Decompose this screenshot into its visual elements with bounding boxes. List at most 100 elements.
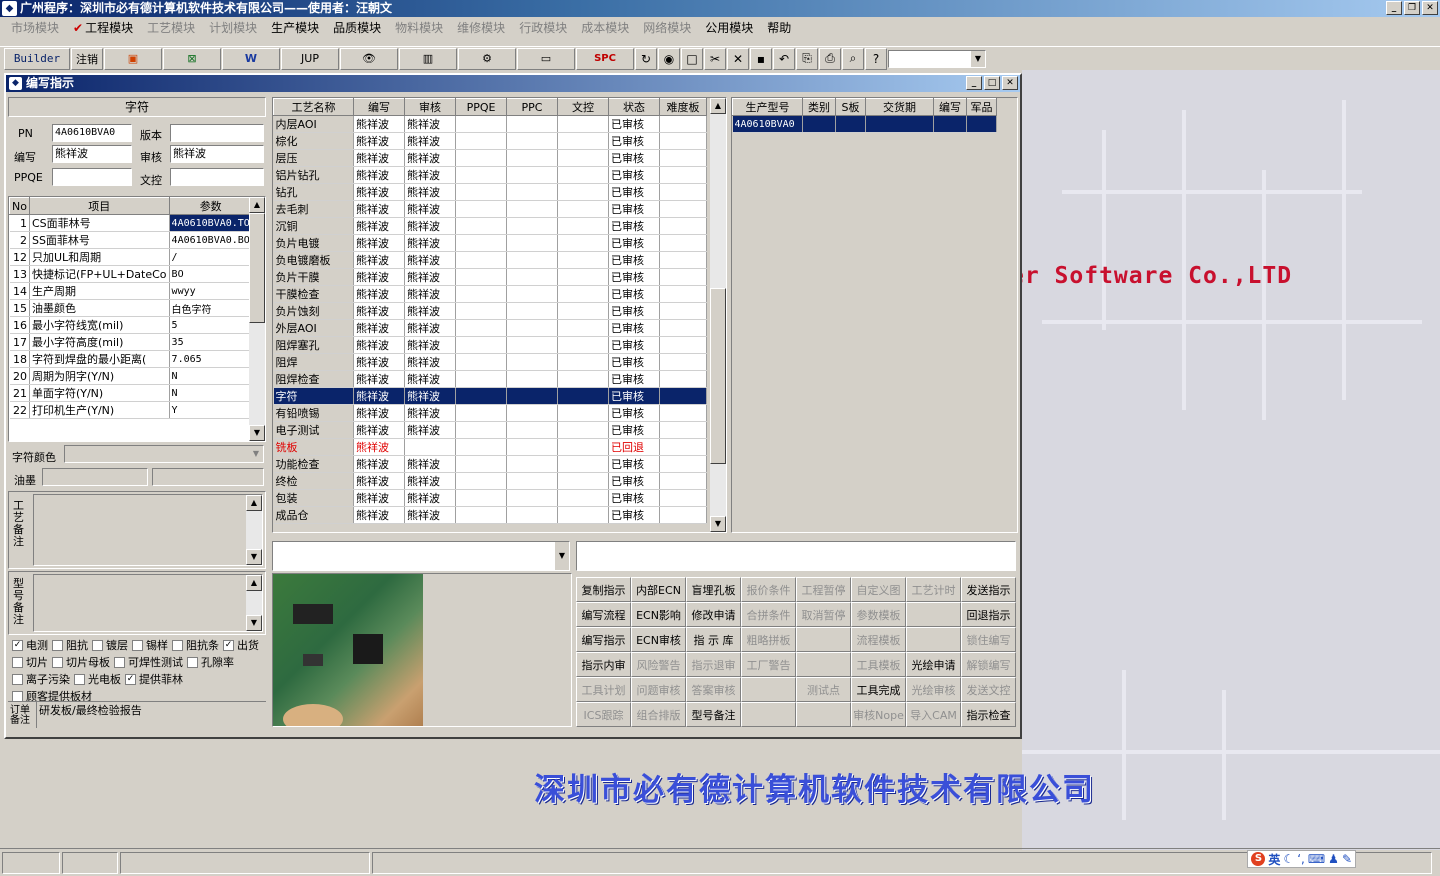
action-button[interactable]: 修改申请 xyxy=(686,602,741,627)
scroll-down-icon[interactable]: ▼ xyxy=(246,615,262,631)
chevron-down-icon[interactable]: ▼ xyxy=(249,446,263,462)
ink-field-2[interactable] xyxy=(152,468,264,486)
process-row[interactable]: 铣板 熊祥波 已回退 xyxy=(273,438,707,456)
menu-item[interactable]: 市场模块 xyxy=(4,19,66,36)
column-header[interactable]: 军品 xyxy=(966,98,997,116)
process-row[interactable]: 电子测试 熊祥波 熊祥波 已审核 xyxy=(273,421,707,439)
menu-item[interactable]: 工艺模块 xyxy=(140,19,202,36)
menu-item[interactable]: 物料模块 xyxy=(388,19,450,36)
process-row[interactable]: 外层AOI 熊祥波 熊祥波 已审核 xyxy=(273,319,707,337)
model-note-textarea[interactable]: ▲ ▼ xyxy=(33,574,263,632)
column-header[interactable]: 编写 xyxy=(933,98,967,116)
param-value[interactable]: N xyxy=(169,367,253,385)
database-icon[interactable]: ▥ xyxy=(399,47,457,70)
column-header[interactable]: 类别 xyxy=(802,98,836,116)
logout-button[interactable]: 注销 xyxy=(71,47,103,70)
eye-icon[interactable]: 👁 xyxy=(340,47,398,70)
moon-icon[interactable]: ☾ xyxy=(1283,852,1294,866)
restore-button[interactable]: ❐ xyxy=(1404,1,1420,15)
chevron-down-icon[interactable]: ▼ xyxy=(971,50,985,67)
globe-icon[interactable]: ◉ xyxy=(658,47,680,70)
checkbox-option[interactable]: 孔隙率 xyxy=(187,654,234,670)
scroll-down-icon[interactable]: ▼ xyxy=(249,425,265,441)
param-row[interactable]: 16 最小字符线宽(mil) 5 xyxy=(9,316,253,334)
checkbox-option[interactable]: 镀层 xyxy=(92,637,128,653)
menu-item[interactable]: 帮助 xyxy=(760,19,798,36)
menu-item[interactable]: 计划模块 xyxy=(202,19,264,36)
process-row[interactable]: 内层AOI 熊祥波 熊祥波 已审核 xyxy=(273,115,707,133)
menu-item[interactable]: 公用模块 xyxy=(698,19,760,36)
menu-item[interactable]: ✔ 工程模块 xyxy=(66,19,140,36)
checkbox-option[interactable]: 切片 xyxy=(12,654,48,670)
param-value[interactable]: 4A0610BVA0.BO xyxy=(169,231,253,249)
toolbar-combo[interactable]: ▼ xyxy=(888,49,986,68)
chevron-down-icon[interactable]: ▼ xyxy=(555,542,569,570)
refresh-icon[interactable]: ↻ xyxy=(635,47,657,70)
scroll-up-icon[interactable]: ▲ xyxy=(246,575,262,591)
param-value[interactable]: BO xyxy=(169,265,253,283)
process-note-textarea[interactable]: ▲ ▼ xyxy=(33,494,263,566)
process-row[interactable]: 功能检查 熊祥波 熊祥波 已审核 xyxy=(273,455,707,473)
pn-field[interactable]: 4A0610BVA0 xyxy=(52,124,132,142)
column-header[interactable]: 工艺名称 xyxy=(273,98,354,116)
checked-box-icon[interactable]: ✓ xyxy=(12,639,23,651)
checkbox-icon[interactable] xyxy=(132,639,143,651)
checkbox-option[interactable]: ✓ 电测 xyxy=(12,637,48,653)
checkbox-icon[interactable] xyxy=(114,656,125,668)
checkbox-icon[interactable] xyxy=(12,673,23,685)
author-field[interactable]: 熊祥波 xyxy=(52,145,132,163)
help-icon[interactable]: ? xyxy=(865,47,887,70)
action-button[interactable]: 工具完成 xyxy=(851,677,906,702)
delete-icon[interactable]: ✕ xyxy=(727,47,749,70)
column-header[interactable]: 文控 xyxy=(557,98,609,116)
checkbox-option[interactable]: 离子污染 xyxy=(12,671,70,687)
doc-control-field[interactable] xyxy=(170,168,264,186)
checkbox-option[interactable]: ✓ 出货 xyxy=(223,637,259,653)
version-field[interactable] xyxy=(170,124,264,142)
checkbox-icon[interactable] xyxy=(12,690,23,702)
process-row[interactable]: 终检 熊祥波 熊祥波 已审核 xyxy=(273,472,707,490)
menu-item[interactable]: 维修模块 xyxy=(450,19,512,36)
menu-item[interactable]: 网络模块 xyxy=(636,19,698,36)
wrench-icon[interactable]: ✎ xyxy=(1342,852,1352,866)
checkbox-option[interactable]: 可焊性测试 xyxy=(114,654,183,670)
order-note-field[interactable]: 研发板/最终检验报告 xyxy=(36,702,264,728)
param-value[interactable]: 35 xyxy=(169,333,253,351)
powerpoint-icon[interactable]: ▣ xyxy=(104,47,162,70)
column-header[interactable]: 状态 xyxy=(608,98,660,116)
scroll-down-icon[interactable]: ▼ xyxy=(710,516,726,532)
column-header[interactable]: S板 xyxy=(835,98,866,116)
checkbox-option[interactable]: 切片母板 xyxy=(52,654,110,670)
jup-button[interactable]: JUP xyxy=(281,47,339,70)
close-button[interactable]: ✕ xyxy=(1422,1,1438,15)
param-row[interactable]: 22 打印机生产(Y/N) Y xyxy=(9,401,253,419)
process-row[interactable]: 包装 熊祥波 熊祥波 已审核 xyxy=(273,489,707,507)
action-button[interactable]: 指示检查 xyxy=(961,702,1016,727)
process-row[interactable]: 层压 熊祥波 熊祥波 已审核 xyxy=(273,149,707,167)
punctuation-icon[interactable]: ʻ, xyxy=(1297,852,1305,866)
action-button[interactable]: 复制指示 xyxy=(576,577,631,602)
process-row[interactable]: 钻孔 熊祥波 熊祥波 已审核 xyxy=(273,183,707,201)
action-button[interactable]: 指 示 库 xyxy=(686,627,741,652)
char-color-select[interactable]: ▼ xyxy=(64,445,264,463)
action-button[interactable]: ECN影响 xyxy=(631,602,686,627)
preview-icon[interactable]: ⎘ xyxy=(796,47,818,70)
ime-language[interactable]: 英 xyxy=(1268,851,1280,868)
scroll-down-icon[interactable]: ▼ xyxy=(246,549,262,565)
process-row[interactable]: 铝片钻孔 熊祥波 熊祥波 已审核 xyxy=(273,166,707,184)
process-row[interactable]: 成品仓 熊祥波 熊祥波 已审核 xyxy=(273,506,707,524)
param-row[interactable]: 15 油墨颜色 白色字符 xyxy=(9,299,253,317)
scroll-up-icon[interactable]: ▲ xyxy=(246,495,262,511)
print-icon[interactable]: ⎙ xyxy=(819,47,841,70)
menu-item[interactable]: 品质模块 xyxy=(326,19,388,36)
process-row[interactable]: 字符 熊祥波 熊祥波 已审核 xyxy=(273,387,707,405)
checkbox-option[interactable]: ✓ 提供菲林 xyxy=(125,671,183,687)
process-row[interactable]: 负片蚀刻 熊祥波 熊祥波 已审核 xyxy=(273,302,707,320)
process-scrollbar[interactable]: ▲ ▼ xyxy=(710,98,726,532)
reviewer-field[interactable]: 熊祥波 xyxy=(170,145,264,163)
param-row[interactable]: 1 CS面菲林号 4A0610BVA0.TO xyxy=(9,214,253,232)
user-icon[interactable]: ♟ xyxy=(1328,852,1339,866)
builder-button[interactable]: Builder xyxy=(4,47,70,70)
checkbox-option[interactable]: 光电板 xyxy=(74,671,121,687)
column-header[interactable]: 交货期 xyxy=(865,98,934,116)
